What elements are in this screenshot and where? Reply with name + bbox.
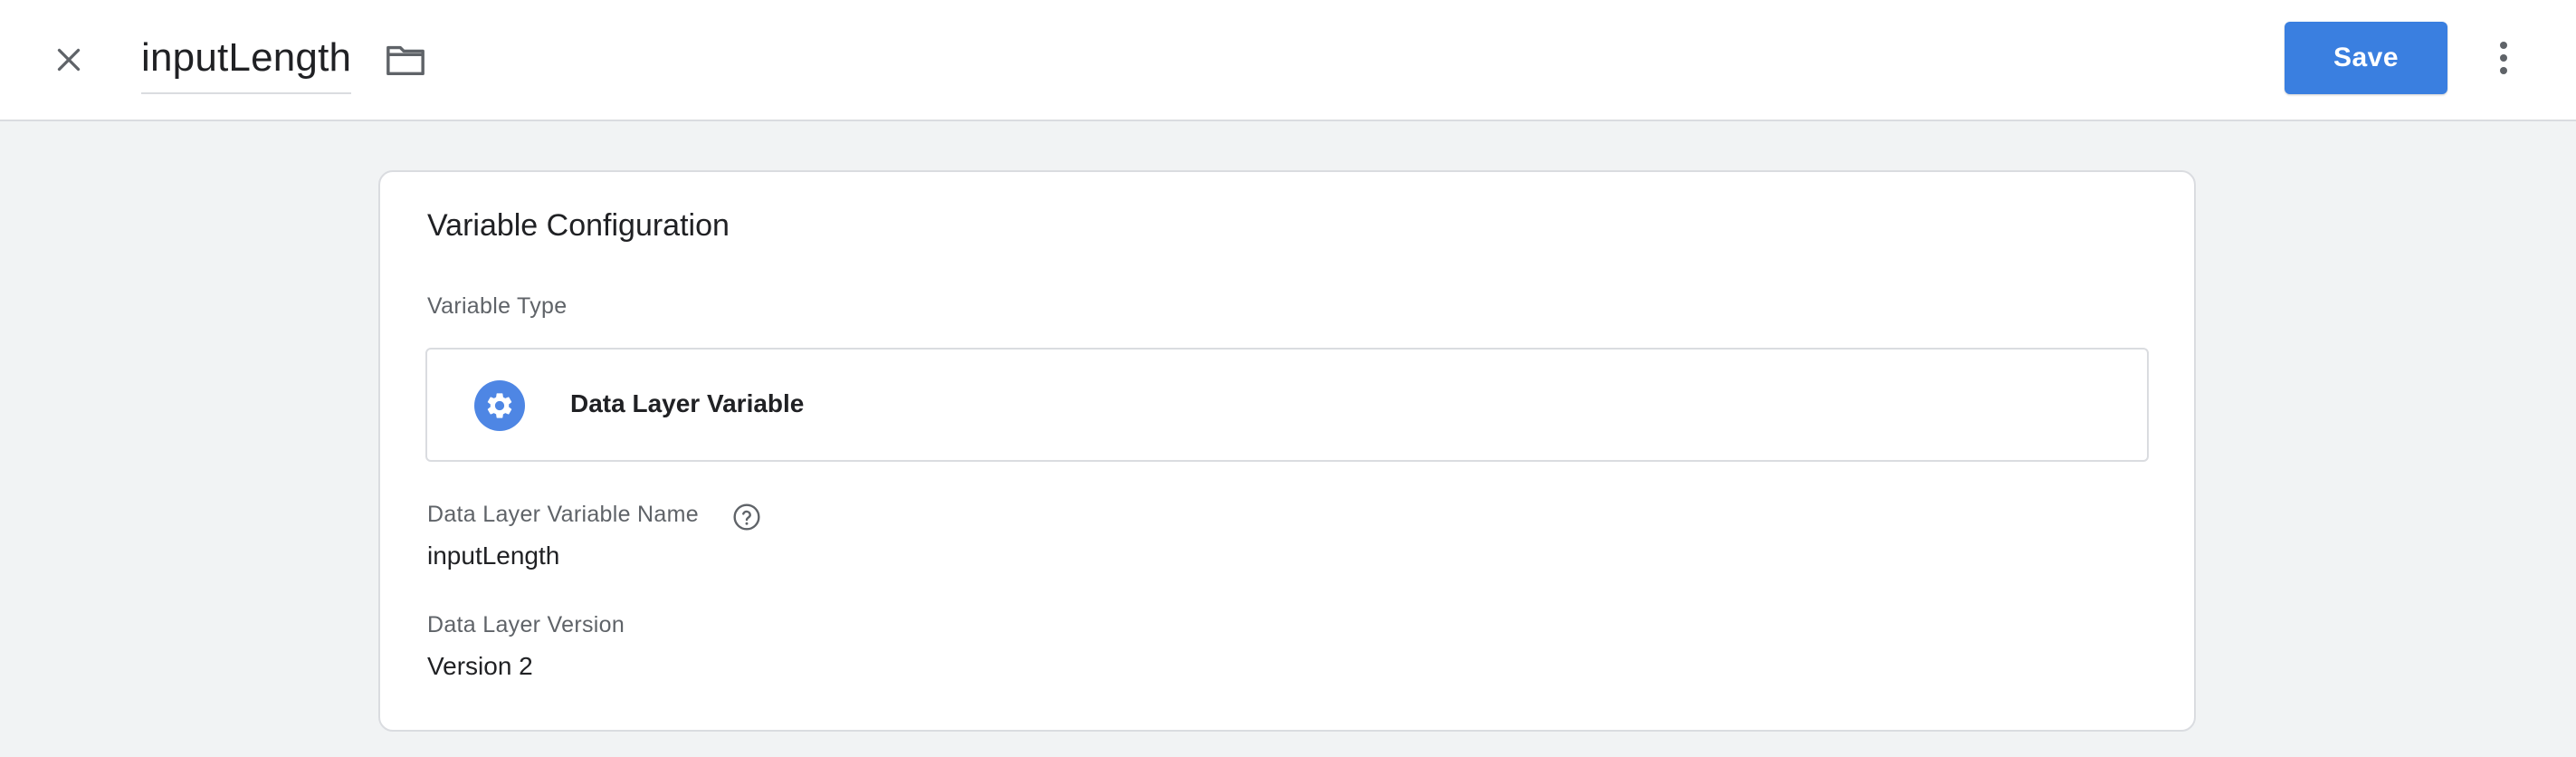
more-vert-icon	[2500, 42, 2507, 74]
page-title: inputLength	[141, 35, 352, 80]
folder-icon	[386, 45, 425, 76]
variable-type-label: Variable Type	[427, 293, 568, 319]
variable-name-field[interactable]: inputLength	[141, 27, 352, 94]
variable-type-icon	[474, 380, 525, 431]
variable-type-name: Data Layer Variable	[570, 389, 805, 417]
card-title: Variable Configuration	[427, 208, 730, 243]
more-options-button[interactable]	[2476, 29, 2531, 87]
variable-type-selector[interactable]: Data Layer Variable	[425, 348, 2149, 462]
dl-version-label: Data Layer Version	[427, 612, 625, 637]
top-bar: inputLength Save	[0, 0, 2576, 121]
variable-configuration-card: Variable Configuration Variable Type Dat…	[378, 170, 2196, 732]
folder-button[interactable]	[378, 33, 433, 87]
save-button[interactable]: Save	[2285, 22, 2447, 94]
close-button[interactable]	[42, 33, 96, 87]
help-icon	[733, 503, 760, 531]
dlv-name-value: inputLength	[427, 541, 560, 570]
gear-icon	[487, 393, 512, 418]
help-button[interactable]	[731, 502, 762, 532]
dlv-name-label: Data Layer Variable Name	[427, 502, 699, 527]
close-icon	[57, 48, 81, 72]
dl-version-value: Version 2	[427, 652, 533, 680]
